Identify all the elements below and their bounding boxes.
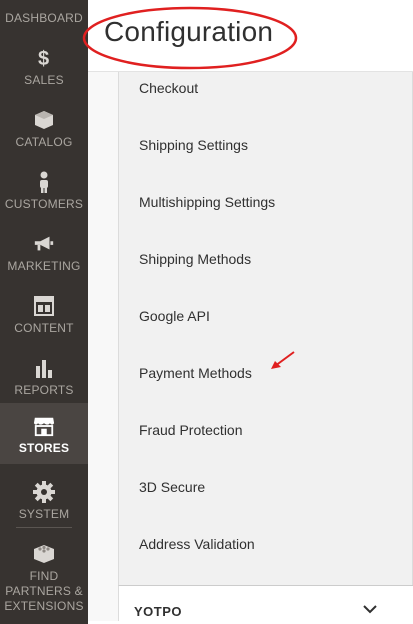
nav-item-label: MARKETING xyxy=(7,259,81,273)
section-title: YOTPO xyxy=(134,604,183,619)
blocks-icon xyxy=(33,543,55,565)
nav-item-label: CUSTOMERS xyxy=(4,197,84,211)
config-item-google-api[interactable]: Google API xyxy=(139,308,210,324)
nav-item-customers[interactable]: CUSTOMERS xyxy=(0,162,88,212)
admin-sidebar: DASHBOARD $ SALES CATALOG CUSTOMERS MARK… xyxy=(0,0,88,624)
dollar-icon: $ xyxy=(33,47,55,69)
nav-item-label: REPORTS xyxy=(14,383,74,397)
nav-item-reports[interactable]: REPORTS xyxy=(0,348,88,398)
config-item-address-validation[interactable]: Address Validation xyxy=(139,536,255,552)
config-item-checkout[interactable]: Checkout xyxy=(139,80,198,96)
nav-item-system[interactable]: SYSTEM xyxy=(0,472,88,522)
nav-item-label: CONTENT xyxy=(14,321,74,335)
nav-item-catalog[interactable]: CATALOG xyxy=(0,100,88,150)
gear-icon xyxy=(33,481,55,503)
nav-item-sales[interactable]: $ SALES xyxy=(0,38,88,88)
nav-item-label: CATALOG xyxy=(15,135,73,149)
nav-item-find-partners[interactable]: FIND PARTNERS & EXTENSIONS xyxy=(0,538,88,614)
box-icon xyxy=(33,109,55,131)
storefront-icon xyxy=(33,415,55,437)
config-item-shipping-settings[interactable]: Shipping Settings xyxy=(139,137,248,153)
nav-divider xyxy=(16,527,72,528)
nav-item-label: SYSTEM xyxy=(18,507,70,521)
nav-item-dashboard[interactable]: DASHBOARD xyxy=(0,0,88,26)
nav-item-label: FIND PARTNERS & EXTENSIONS xyxy=(4,569,84,613)
person-icon xyxy=(33,171,55,193)
chevron-down-icon[interactable] xyxy=(362,603,378,615)
annotation-arrow xyxy=(271,351,295,369)
config-item-shipping-methods[interactable]: Shipping Methods xyxy=(139,251,251,267)
nav-item-stores[interactable]: STORES xyxy=(0,403,88,464)
nav-item-marketing[interactable]: MARKETING xyxy=(0,224,88,274)
nav-item-content[interactable]: CONTENT xyxy=(0,286,88,336)
annotation-ellipse xyxy=(82,6,298,70)
megaphone-icon xyxy=(33,233,55,255)
nav-item-label: SALES xyxy=(24,73,64,87)
nav-item-label: STORES xyxy=(18,441,70,455)
config-item-3d-secure[interactable]: 3D Secure xyxy=(139,479,205,495)
nav-item-label: DASHBOARD xyxy=(5,11,83,25)
config-item-fraud-protection[interactable]: Fraud Protection xyxy=(139,422,243,438)
bar-chart-icon xyxy=(33,357,55,379)
svg-text:$: $ xyxy=(38,48,49,69)
layout-icon xyxy=(33,295,55,317)
config-item-multishipping-settings[interactable]: Multishipping Settings xyxy=(139,194,275,210)
config-item-payment-methods[interactable]: Payment Methods xyxy=(139,365,252,381)
